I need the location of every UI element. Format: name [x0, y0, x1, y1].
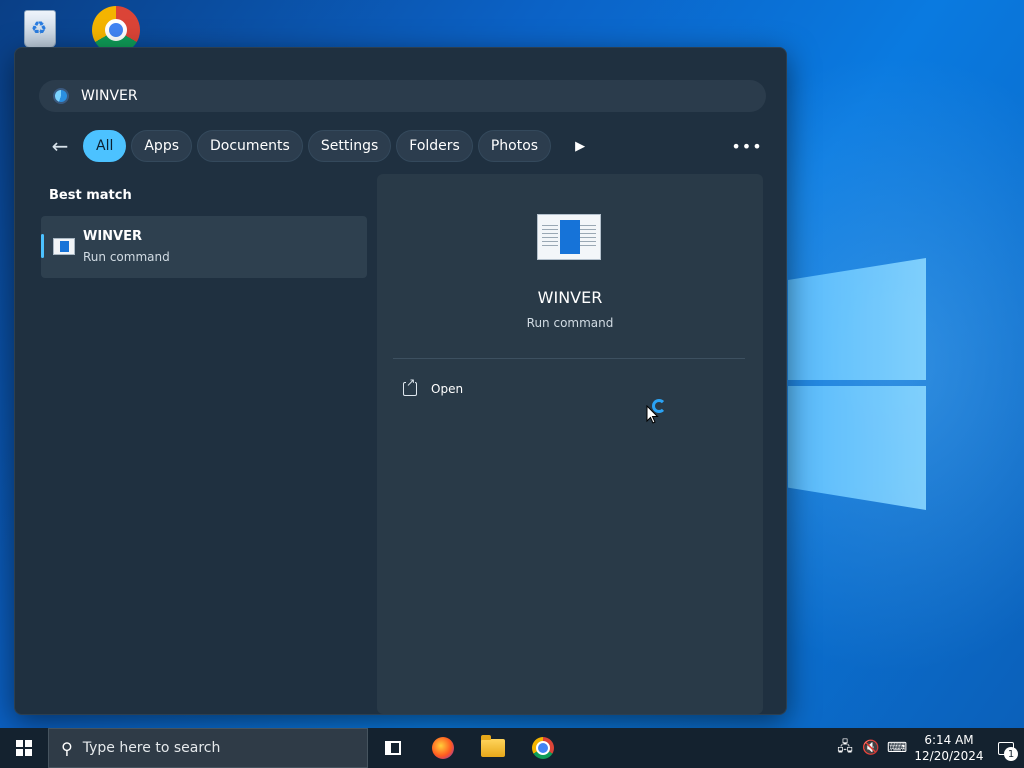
open-action-label: Open — [431, 382, 464, 396]
result-type: Run command — [83, 250, 170, 264]
search-flyout: ← All Apps Documents Settings Folders Ph… — [14, 47, 787, 715]
firefox-taskbar-button[interactable] — [418, 728, 468, 768]
result-name: WINVER — [83, 229, 143, 244]
search-box[interactable] — [39, 80, 766, 112]
taskbar: ⚲ Type here to search 🖧 🔇 ⌨ 6:14 AM 12/2… — [0, 728, 1024, 768]
busy-spinner-icon — [652, 399, 666, 413]
divider — [393, 358, 745, 359]
windows-wallpaper-logo — [788, 258, 926, 510]
filter-apps[interactable]: Apps — [131, 130, 193, 162]
filter-folders[interactable]: Folders — [396, 130, 473, 162]
back-button[interactable]: ← — [45, 131, 75, 161]
chrome-taskbar-button[interactable] — [518, 728, 568, 768]
winver-app-icon — [53, 238, 75, 255]
filter-row: ← All Apps Documents Settings Folders Ph… — [45, 130, 765, 162]
volume-muted-icon[interactable]: 🔇 — [858, 728, 884, 768]
selection-accent — [41, 234, 44, 258]
search-icon — [53, 88, 69, 104]
firefox-icon — [432, 737, 454, 759]
task-view-button[interactable] — [368, 728, 418, 768]
keyboard-icon[interactable]: ⌨ — [884, 728, 910, 768]
open-external-icon — [403, 377, 417, 396]
filter-photos[interactable]: Photos — [477, 130, 552, 162]
filter-settings[interactable]: Settings — [307, 130, 392, 162]
search-input[interactable] — [81, 88, 721, 104]
best-match-result[interactable]: WINVER Run command — [41, 216, 367, 278]
filter-all[interactable]: All — [83, 130, 127, 162]
best-match-heading: Best match — [49, 188, 132, 203]
detail-title: WINVER — [537, 288, 603, 307]
clock-time: 6:14 AM — [924, 733, 974, 747]
more-filters-play-icon[interactable]: ▶ — [568, 134, 592, 158]
chrome-icon — [532, 737, 554, 759]
taskbar-search-placeholder: Type here to search — [82, 740, 221, 756]
file-explorer-icon — [481, 735, 505, 757]
notification-count: 1 — [1004, 747, 1018, 761]
filter-documents[interactable]: Documents — [197, 130, 303, 162]
taskbar-search-box[interactable]: ⚲ Type here to search — [48, 728, 368, 768]
file-explorer-taskbar-button[interactable] — [468, 728, 518, 768]
clock[interactable]: 6:14 AM 12/20/2024 — [910, 732, 988, 764]
detail-pane: WINVER Run command Open — [377, 174, 763, 714]
winver-large-icon — [537, 214, 601, 260]
clock-date: 12/20/2024 — [914, 749, 984, 763]
more-options-icon[interactable]: ••• — [731, 130, 763, 162]
detail-subtitle: Run command — [526, 316, 614, 330]
notification-center-button[interactable]: 1 — [988, 728, 1024, 768]
search-icon: ⚲ — [61, 738, 73, 758]
open-action[interactable]: Open — [403, 377, 464, 400]
network-icon[interactable]: 🖧 — [832, 728, 858, 768]
windows-start-icon — [16, 740, 32, 756]
system-tray: 🖧 🔇 ⌨ 6:14 AM 12/20/2024 1 — [832, 728, 1024, 768]
start-button[interactable] — [0, 728, 48, 768]
task-view-icon — [385, 741, 401, 755]
